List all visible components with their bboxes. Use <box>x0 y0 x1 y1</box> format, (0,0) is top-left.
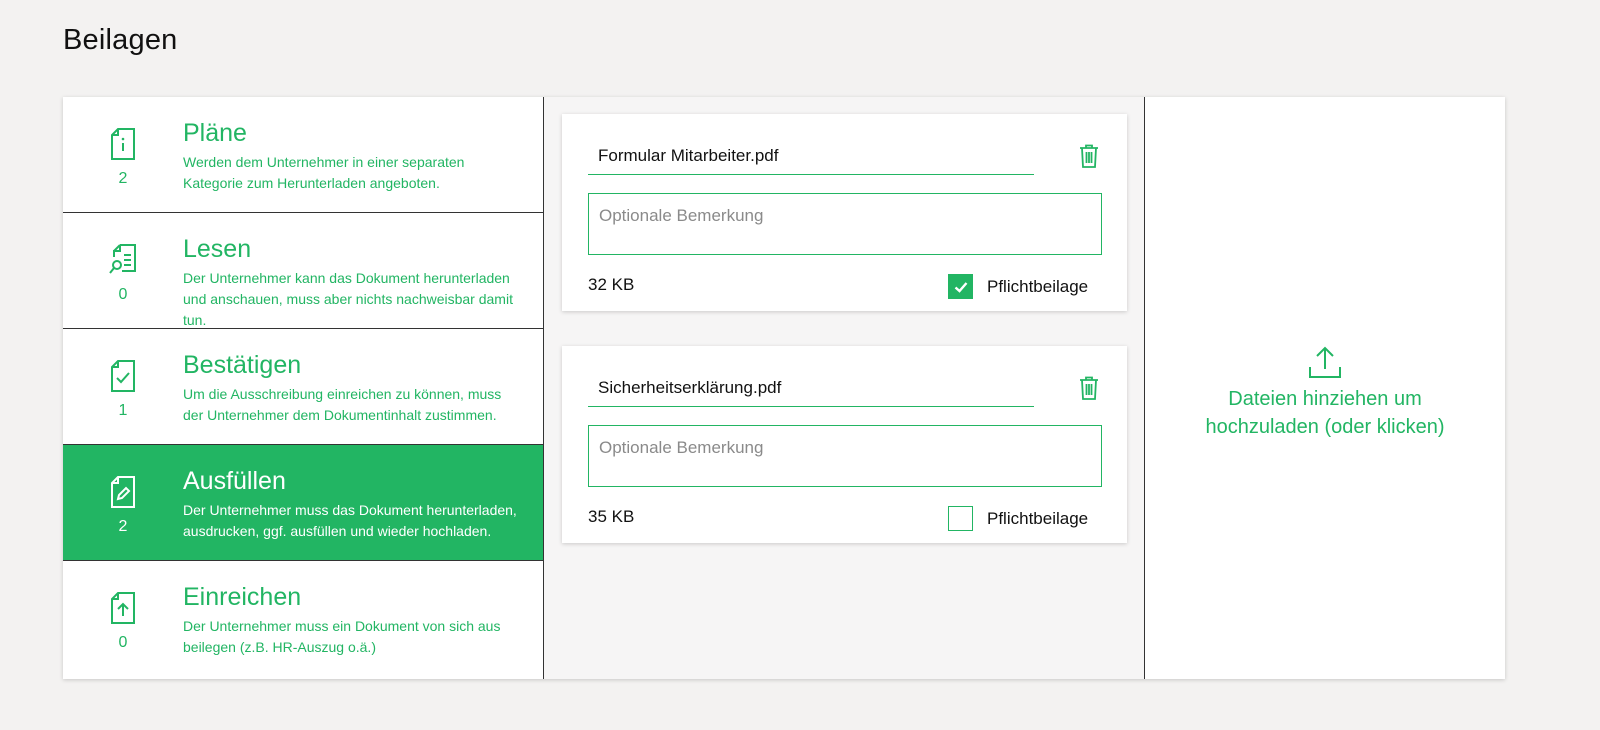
category-title: Ausfüllen <box>183 467 286 495</box>
category-description: Der Unternehmer kann das Dokument herunt… <box>183 270 513 328</box>
dropzone-line-2: hochzuladen (oder klicken) <box>1205 416 1445 438</box>
category-count: 0 <box>118 634 128 651</box>
file-card: Formular Mitarbeiter.pdf 32 KB Pflichtbe… <box>562 114 1127 311</box>
file-name: Sicherheitserklärung.pdf <box>588 374 1034 407</box>
mandatory-toggle[interactable]: Pflichtbeilage <box>948 274 1088 299</box>
mandatory-checkbox[interactable] <box>948 274 973 299</box>
category-title: Einreichen <box>183 583 302 611</box>
document-edit-icon <box>109 475 137 509</box>
category-ausfuellen[interactable]: 2 Ausfüllen Der Unternehmer muss das Dok… <box>63 445 543 561</box>
category-count: 2 <box>118 518 128 535</box>
category-plaene[interactable]: 2 Pläne Werden dem Unternehmer in einer … <box>63 97 543 213</box>
checkmark-icon <box>954 281 967 293</box>
mandatory-label: Pflichtbeilage <box>987 508 1089 528</box>
category-description: Der Unternehmer muss das Dokument herunt… <box>183 502 517 539</box>
category-description: Werden dem Unternehmer in einer separate… <box>183 154 465 191</box>
attachments-panel: 2 Pläne Werden dem Unternehmer in einer … <box>63 97 1505 679</box>
category-count: 1 <box>118 402 128 419</box>
mandatory-label: Pflichtbeilage <box>987 276 1089 296</box>
trash-icon[interactable] <box>1078 144 1100 168</box>
remark-input[interactable] <box>588 425 1102 487</box>
file-size: 32 KB <box>588 275 635 294</box>
remark-input[interactable] <box>588 193 1102 255</box>
document-check-icon <box>109 359 137 393</box>
category-description: Um die Ausschreibung einreichen zu könne… <box>183 386 502 423</box>
page-title: Beilagen <box>63 24 178 56</box>
category-count: 0 <box>118 286 128 303</box>
category-bestaetigen[interactable]: 1 Bestätigen Um die Ausschreibung einrei… <box>63 329 543 445</box>
category-description: Der Unternehmer muss ein Dokument von si… <box>183 618 501 655</box>
file-card: Sicherheitserklärung.pdf 35 KB Pflichtbe… <box>562 346 1127 543</box>
dropzone-line-1: Dateien hinziehen um <box>1228 388 1422 410</box>
upload-dropzone[interactable]: Dateien hinziehen um hochzuladen (oder k… <box>1145 97 1505 679</box>
category-title: Lesen <box>183 235 252 263</box>
category-einreichen[interactable]: 0 Einreichen Der Unternehmer muss ein Do… <box>63 561 543 679</box>
file-list: Formular Mitarbeiter.pdf 32 KB Pflichtbe… <box>544 97 1145 679</box>
document-search-icon <box>109 243 137 277</box>
document-upload-icon <box>109 591 137 625</box>
document-info-icon <box>109 127 137 161</box>
file-size: 35 KB <box>588 507 635 526</box>
upload-icon <box>1308 345 1342 379</box>
mandatory-toggle[interactable]: Pflichtbeilage <box>948 506 1088 531</box>
category-title: Pläne <box>183 119 247 147</box>
category-title: Bestätigen <box>183 351 302 379</box>
category-list: 2 Pläne Werden dem Unternehmer in einer … <box>63 97 544 679</box>
dropzone-text: Dateien hinziehen um hochzuladen (oder k… <box>1145 385 1505 441</box>
category-lesen[interactable]: 0 Lesen Der Unternehmer kann das Dokumen… <box>63 213 543 329</box>
category-count: 2 <box>118 170 128 187</box>
mandatory-checkbox[interactable] <box>948 506 973 531</box>
trash-icon[interactable] <box>1078 376 1100 400</box>
file-name: Formular Mitarbeiter.pdf <box>588 142 1034 175</box>
